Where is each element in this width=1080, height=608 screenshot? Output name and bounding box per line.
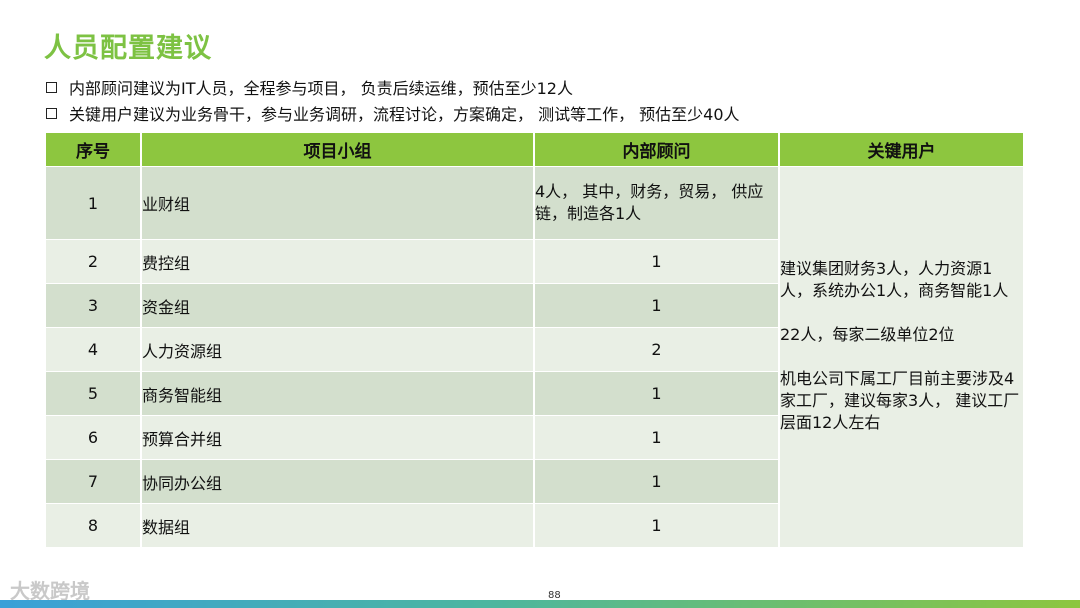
bullet-item: 关键用户建议为业务骨干，参与业务调研，流程讨论，方案确定， 测试等工作， 预估至… bbox=[44, 100, 740, 126]
row-group: 业财组 bbox=[142, 166, 533, 239]
row-advisor: 1 bbox=[535, 503, 778, 547]
row-index: 1 bbox=[46, 166, 140, 239]
row-index: 6 bbox=[46, 415, 140, 459]
key-user-note: 机电公司下属工厂目前主要涉及4家工厂，建议每家3人， 建议工厂层面12人左右 bbox=[780, 369, 1020, 432]
row-group: 商务智能组 bbox=[142, 371, 533, 415]
row-group: 预算合并组 bbox=[142, 415, 533, 459]
staffing-table: 序号 项目小组 内部顾问 关键用户 1 业财组 4人， 其中，财务，贸易， 供应… bbox=[44, 133, 1025, 547]
checkbox-square-icon bbox=[46, 81, 57, 93]
table-header-row: 序号 项目小组 内部顾问 关键用户 bbox=[46, 133, 1023, 166]
row-group: 人力资源组 bbox=[142, 327, 533, 371]
page-title: 人员配置建议 bbox=[44, 33, 212, 64]
bullet-text: 内部顾问建议为IT人员，全程参与项目， 负责后续运维，预估至少12人 bbox=[69, 79, 573, 98]
bullet-text: 关键用户建议为业务骨干，参与业务调研，流程讨论，方案确定， 测试等工作， 预估至… bbox=[69, 105, 740, 124]
row-advisor: 1 bbox=[535, 239, 778, 283]
row-advisor: 1 bbox=[535, 371, 778, 415]
row-advisor: 1 bbox=[535, 283, 778, 327]
header-advisor: 内部顾问 bbox=[535, 133, 778, 166]
row-group: 资金组 bbox=[142, 283, 533, 327]
row-group: 费控组 bbox=[142, 239, 533, 283]
checkbox-square-icon bbox=[46, 107, 57, 119]
row-advisor: 4人， 其中，财务，贸易， 供应链，制造各1人 bbox=[535, 166, 778, 239]
row-advisor: 1 bbox=[535, 415, 778, 459]
row-group: 数据组 bbox=[142, 503, 533, 547]
bullet-item: 内部顾问建议为IT人员，全程参与项目， 负责后续运维，预估至少12人 bbox=[44, 74, 740, 100]
key-user-cell: 建议集团财务3人，人力资源1人，系统办公1人，商务智能1人 22人，每家二级单位… bbox=[780, 166, 1023, 547]
gradient-footer-bar bbox=[0, 600, 1080, 608]
key-user-note: 建议集团财务3人，人力资源1人，系统办公1人，商务智能1人 bbox=[780, 259, 1009, 300]
row-index: 8 bbox=[46, 503, 140, 547]
table-row: 1 业财组 4人， 其中，财务，贸易， 供应链，制造各1人 建议集团财务3人，人… bbox=[46, 166, 1023, 547]
row-index: 2 bbox=[46, 239, 140, 283]
bullet-list: 内部顾问建议为IT人员，全程参与项目， 负责后续运维，预估至少12人 关键用户建… bbox=[44, 74, 740, 126]
row-advisor: 2 bbox=[535, 327, 778, 371]
row-index: 4 bbox=[46, 327, 140, 371]
header-index: 序号 bbox=[46, 133, 140, 166]
header-key-user: 关键用户 bbox=[780, 133, 1023, 166]
row-index: 3 bbox=[46, 283, 140, 327]
key-user-note: 22人，每家二级单位2位 bbox=[780, 325, 955, 344]
header-group: 项目小组 bbox=[142, 133, 533, 166]
row-index: 5 bbox=[46, 371, 140, 415]
row-index: 7 bbox=[46, 459, 140, 503]
row-advisor: 1 bbox=[535, 459, 778, 503]
row-group: 协同办公组 bbox=[142, 459, 533, 503]
